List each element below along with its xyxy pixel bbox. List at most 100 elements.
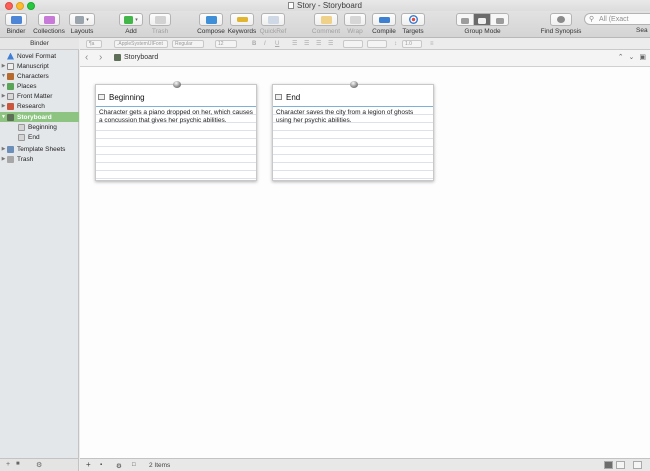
view-mode-grid-icon[interactable] bbox=[633, 461, 642, 469]
add-button[interactable]: ▾ Add bbox=[119, 13, 143, 35]
expander[interactable]: ▶ bbox=[0, 146, 7, 152]
binder-header: Binder bbox=[0, 38, 79, 50]
search-input[interactable]: ⚲ All (Exact bbox=[584, 13, 650, 25]
trash-icon bbox=[7, 155, 14, 163]
binder-item-beginning[interactable]: Beginning bbox=[0, 122, 79, 132]
binder-icon bbox=[10, 15, 22, 24]
add-card-button[interactable]: + bbox=[86, 460, 91, 469]
paragraph-style-menu[interactable]: ¶a bbox=[86, 40, 102, 48]
document-icon bbox=[288, 2, 295, 9]
research-icon bbox=[7, 102, 14, 110]
item-count: 2 Items bbox=[149, 462, 171, 469]
compile-icon bbox=[378, 16, 390, 23]
expander[interactable]: ▶ bbox=[0, 63, 7, 69]
find-synopsis-button[interactable]: Find Synopsis bbox=[540, 13, 582, 35]
breadcrumb[interactable]: Storyboard bbox=[114, 54, 158, 61]
expander[interactable]: ▼ bbox=[0, 73, 7, 79]
card-title[interactable]: Beginning bbox=[98, 90, 145, 104]
view-mode-freeform-icon[interactable] bbox=[616, 461, 625, 469]
align-left-icon[interactable]: ☰ bbox=[292, 40, 297, 48]
chevron-up-icon[interactable]: ⌃ bbox=[618, 54, 624, 61]
collections-icon bbox=[43, 15, 55, 24]
settings-icon[interactable]: ⚙ bbox=[116, 462, 122, 470]
font-weight-menu[interactable]: Regular bbox=[172, 40, 204, 48]
comment-button[interactable]: Comment bbox=[311, 13, 341, 35]
title-bar: Story - Storyboard bbox=[0, 0, 650, 11]
card-icon bbox=[18, 123, 25, 131]
line-spacing-icon: ↕ bbox=[394, 41, 397, 47]
font-size-field[interactable]: 12 bbox=[215, 40, 237, 48]
warning-icon bbox=[7, 52, 14, 60]
binder-item-front-matter[interactable]: ▶ Front Matter bbox=[0, 91, 79, 101]
binder-item-characters[interactable]: ▼ Characters bbox=[0, 71, 79, 81]
binder-item-novel-format[interactable]: Novel Format bbox=[0, 51, 79, 61]
quickref-button[interactable]: QuickRef bbox=[259, 13, 287, 35]
index-card[interactable]: Beginning Character gets a piano dropped… bbox=[95, 81, 257, 181]
index-card[interactable]: End Character saves the city from a legi… bbox=[272, 81, 434, 181]
binder-item-research[interactable]: ▶ Research bbox=[0, 101, 79, 111]
comment-icon bbox=[320, 15, 332, 24]
chevron-down-icon[interactable]: ⌄ bbox=[629, 54, 635, 61]
highlight-color-menu[interactable] bbox=[367, 40, 387, 48]
group-mode-control[interactable]: Group Mode bbox=[450, 13, 515, 35]
view-mode-scrivenings[interactable] bbox=[457, 14, 474, 25]
card-title[interactable]: End bbox=[275, 90, 300, 104]
add-item-button[interactable]: + bbox=[6, 461, 10, 468]
back-button[interactable]: ‹ bbox=[85, 52, 88, 63]
list-icon[interactable]: ≡ bbox=[430, 40, 434, 48]
binder-item-end[interactable]: End bbox=[0, 132, 79, 142]
underline-button[interactable]: U bbox=[275, 40, 279, 48]
add-icon bbox=[124, 15, 134, 24]
add-folder-icon[interactable]: ■ bbox=[16, 461, 20, 467]
label-menu-icon[interactable]: ▪ bbox=[100, 462, 102, 468]
search-icon: ⚲ bbox=[589, 16, 595, 23]
expander[interactable]: ▼ bbox=[0, 114, 7, 120]
expander[interactable]: ▶ bbox=[0, 156, 7, 162]
card-synopsis: Character saves the city from a legion o… bbox=[276, 109, 414, 124]
wrap-button[interactable]: Wrap bbox=[343, 13, 367, 35]
keywords-button[interactable]: Keywords bbox=[227, 13, 257, 35]
folder-icon bbox=[7, 92, 14, 100]
binder-item-places[interactable]: ▼ Places bbox=[0, 81, 79, 91]
manuscript-icon bbox=[7, 62, 14, 70]
binder-item-storyboard[interactable]: ▼ Storyboard bbox=[0, 112, 79, 122]
binder-settings-icon[interactable]: ⚙ bbox=[36, 461, 42, 469]
corkboard-icon bbox=[478, 17, 486, 24]
collections-button[interactable]: Collections bbox=[31, 13, 67, 35]
binder-sidebar: Novel Format ▶ Manuscript ▼ Characters ▼… bbox=[0, 50, 79, 458]
split-view-icon[interactable]: ▣ bbox=[639, 54, 646, 61]
align-justify-icon[interactable]: ☰ bbox=[328, 40, 333, 48]
compose-button[interactable]: Compose bbox=[197, 13, 225, 35]
binder-item-trash[interactable]: ▶ Trash bbox=[0, 154, 79, 164]
toolbar: Binder Collections ▾ Layouts ▾ Add Trash… bbox=[0, 11, 650, 38]
view-mode-outliner[interactable] bbox=[491, 14, 508, 25]
bold-button[interactable]: B bbox=[252, 40, 256, 48]
view-mode-corkboard[interactable] bbox=[474, 14, 491, 25]
layouts-icon bbox=[75, 15, 85, 24]
expander[interactable]: ▼ bbox=[0, 83, 7, 89]
template-icon bbox=[7, 145, 14, 153]
card-synopsis-area[interactable]: Character gets a piano dropped on her, w… bbox=[96, 107, 256, 180]
view-mode-cards-icon[interactable] bbox=[604, 461, 613, 469]
line-spacing-menu[interactable]: 1.0 bbox=[402, 40, 422, 48]
text-color-menu[interactable] bbox=[343, 40, 363, 48]
expander[interactable]: ▶ bbox=[0, 93, 7, 99]
characters-icon bbox=[7, 72, 14, 80]
binder-toggle[interactable]: Binder bbox=[4, 13, 28, 35]
italic-button[interactable]: I bbox=[264, 40, 266, 48]
font-family-menu[interactable]: .AppleSystemUIFont bbox=[114, 40, 168, 48]
align-center-icon[interactable]: ☰ bbox=[304, 40, 309, 48]
binder-item-manuscript[interactable]: ▶ Manuscript bbox=[0, 61, 79, 71]
trash-button[interactable]: Trash bbox=[148, 13, 172, 35]
compile-button[interactable]: Compile bbox=[371, 13, 397, 35]
layouts-button[interactable]: ▾ Layouts bbox=[68, 13, 96, 35]
forward-button[interactable]: › bbox=[99, 52, 102, 63]
binder-item-template-sheets[interactable]: ▶ Template Sheets bbox=[0, 144, 79, 154]
targets-button[interactable]: Targets bbox=[400, 13, 426, 35]
card-options-icon[interactable]: □ bbox=[132, 462, 136, 468]
card-synopsis-area[interactable]: Character saves the city from a legion o… bbox=[273, 107, 433, 180]
expander[interactable]: ▶ bbox=[0, 103, 7, 109]
wrap-icon bbox=[349, 15, 361, 24]
align-right-icon[interactable]: ☰ bbox=[316, 40, 321, 48]
corkboard-icon bbox=[114, 54, 121, 61]
